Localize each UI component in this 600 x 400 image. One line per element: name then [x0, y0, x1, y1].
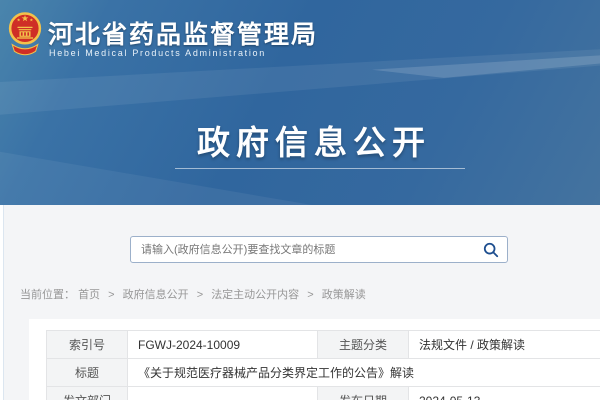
table-row: 发文部门 发布日期 2024-05-13 [47, 387, 600, 400]
index-number-value: FGWJ-2024-10009 [128, 331, 318, 359]
agency-title: 河北省药品监督管理局 [48, 15, 318, 51]
breadcrumb-item-policy-interpretation[interactable]: 政策解读 [322, 289, 366, 301]
issuing-department-value [128, 387, 318, 400]
breadcrumb-prefix: 当前位置： [20, 289, 75, 301]
header-banner: 河北省药品监督管理局 Hebei Medical Products Admini… [0, 0, 600, 205]
table-row: 索引号 FGWJ-2024-10009 主题分类 法规文件 / 政策解读 [47, 331, 600, 359]
agency-title-english: Hebei Medical Products Administration [49, 48, 266, 58]
title-label: 标题 [47, 359, 128, 387]
breadcrumb-separator: > [108, 289, 114, 301]
breadcrumb: 当前位置： 首页 > 政府信息公开 > 法定主动公开内容 > 政策解读 [20, 286, 366, 302]
breadcrumb-item-home[interactable]: 首页 [78, 289, 100, 301]
subject-category-value: 法规文件 / 政策解读 [409, 331, 600, 359]
index-number-label: 索引号 [47, 331, 128, 359]
table-row: 标题 《关于规范医疗器械产品分类界定工作的公告》解读 [47, 359, 600, 387]
banner-page-title: 政府信息公开 [0, 116, 600, 164]
search-button[interactable] [482, 241, 500, 259]
breadcrumb-separator: > [197, 289, 203, 301]
banner-divider-line [175, 168, 465, 169]
breadcrumb-item-gov-info[interactable]: 政府信息公开 [123, 289, 189, 301]
title-value: 《关于规范医疗器械产品分类界定工作的公告》解读 [128, 359, 600, 387]
page: 河北省药品监督管理局 Hebei Medical Products Admini… [0, 0, 600, 400]
national-emblem-icon [8, 7, 42, 60]
subject-category-label: 主题分类 [318, 331, 409, 359]
issuing-department-label: 发文部门 [47, 387, 128, 400]
publish-date-value: 2024-05-13 [409, 387, 600, 400]
search-icon [483, 242, 499, 258]
breadcrumb-separator: > [307, 289, 313, 301]
document-info-table: 索引号 FGWJ-2024-10009 主题分类 法规文件 / 政策解读 标题 … [46, 330, 600, 400]
left-edge-strip [0, 205, 4, 400]
search-box [130, 236, 508, 263]
search-input[interactable] [130, 236, 508, 263]
publish-date-label: 发布日期 [318, 387, 409, 400]
breadcrumb-item-statutory-disclosure[interactable]: 法定主动公开内容 [211, 289, 299, 301]
